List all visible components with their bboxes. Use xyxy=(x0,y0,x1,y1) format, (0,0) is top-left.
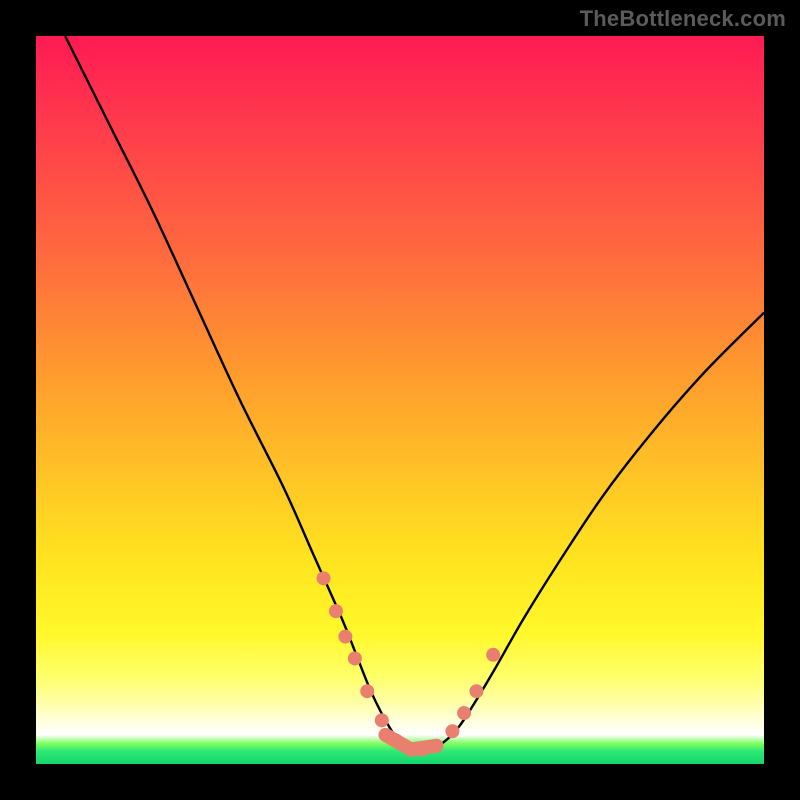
marker-dot xyxy=(338,630,352,644)
marker-dot xyxy=(429,739,443,753)
marker-dot xyxy=(360,684,374,698)
marker-dot xyxy=(415,742,429,756)
marker-dot xyxy=(457,706,471,720)
chart-frame: TheBottleneck.com xyxy=(0,0,800,800)
bottleneck-curve-path xyxy=(65,36,764,750)
marker-dot xyxy=(375,713,389,727)
watermark-text: TheBottleneck.com xyxy=(580,6,786,32)
marker-dot xyxy=(445,724,459,738)
marker-dot xyxy=(317,571,331,585)
marker-dot xyxy=(329,604,343,618)
plot-area xyxy=(36,36,764,764)
marker-dot xyxy=(348,651,362,665)
marker-dot xyxy=(469,684,483,698)
marker-dot xyxy=(389,734,403,748)
marker-dot xyxy=(486,648,500,662)
curve-layer xyxy=(36,36,764,764)
marker-group xyxy=(317,571,501,756)
